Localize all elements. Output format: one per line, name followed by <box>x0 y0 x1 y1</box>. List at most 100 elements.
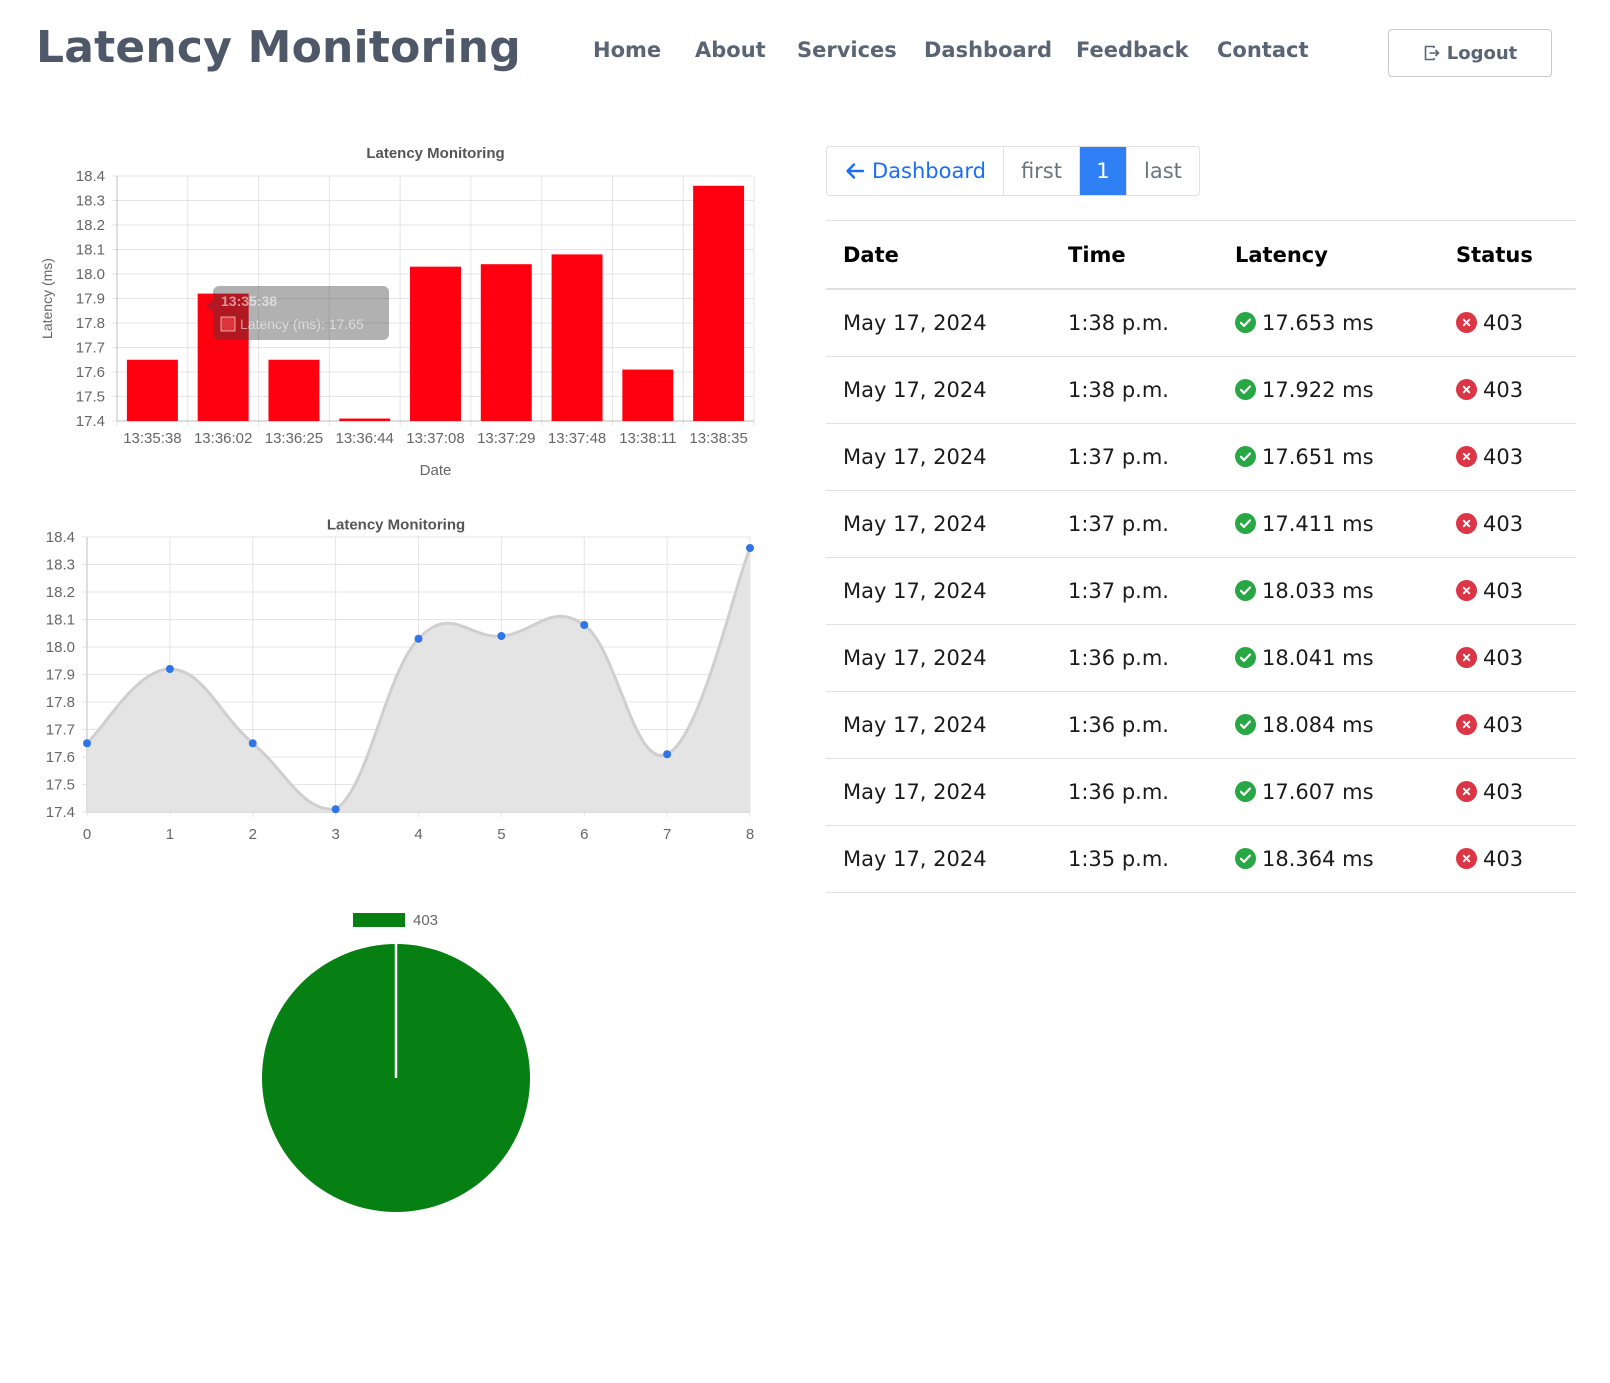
cell-latency: 18.041 ms <box>1218 624 1439 692</box>
bar-y-axis-label: Latency (ms) <box>39 258 55 339</box>
area-data-point[interactable] <box>248 739 257 748</box>
tooltip-title: 13:35:38 <box>221 293 277 309</box>
table-row: May 17, 2024 1:37 p.m. 18.033 ms 403 <box>826 557 1576 625</box>
cell-date: May 17, 2024 <box>826 825 1051 893</box>
bar[interactable] <box>551 254 603 421</box>
pie-legend-label: 403 <box>413 912 438 929</box>
pie-chart-svg: Status Code Monitoring403 <box>262 912 530 1212</box>
cell-status: 403 <box>1439 691 1576 759</box>
area-data-point[interactable] <box>497 632 506 640</box>
bar[interactable] <box>339 418 391 421</box>
nav-link-home[interactable]: Home <box>593 38 661 62</box>
cell-status: 403 <box>1439 356 1576 424</box>
latency-value: 17.653 ms <box>1262 311 1374 335</box>
bar-y-tick-label: 17.9 <box>76 291 105 308</box>
area-y-tick-label: 17.4 <box>46 804 75 821</box>
bar-x-tick-label: 13:37:08 <box>406 430 464 447</box>
page-first[interactable]: first <box>1002 147 1079 195</box>
page-last[interactable]: last <box>1125 147 1199 195</box>
cell-latency: 18.084 ms <box>1218 691 1439 759</box>
area-x-tick-label: 5 <box>497 826 505 843</box>
nav-link-contact[interactable]: Contact <box>1217 38 1309 62</box>
bar[interactable] <box>480 264 532 421</box>
status-value: 403 <box>1483 311 1524 335</box>
cell-status: 403 <box>1439 423 1576 491</box>
check-circle-icon <box>1235 312 1256 333</box>
cell-latency: 18.033 ms <box>1218 557 1439 625</box>
cell-date: May 17, 2024 <box>826 758 1051 826</box>
dashboard-back-label: Dashboard <box>872 159 986 183</box>
latency-value: 17.651 ms <box>1262 445 1374 469</box>
bar-chart-svg: Latency Monitoring 18.4 18.3 18.2 18.1 18.0 17… <box>39 145 755 479</box>
x-circle-icon <box>1456 781 1477 802</box>
latency-table: Date Time Latency Status May 17, 2024 1:3… <box>826 220 1576 893</box>
bar[interactable] <box>410 266 461 421</box>
cell-time: 1:36 p.m. <box>1051 758 1218 826</box>
area-data-point[interactable] <box>83 739 91 748</box>
latency-bar-chart[interactable]: Latency Monitoring 18.4 18.3 18.2 18.1 18.0 17… <box>30 140 800 510</box>
pie-legend[interactable]: 403 <box>353 912 438 929</box>
table-row: May 17, 2024 1:35 p.m. 18.364 ms 403 <box>826 825 1576 893</box>
cell-date: May 17, 2024 <box>826 557 1051 625</box>
cell-time: 1:36 p.m. <box>1051 691 1218 759</box>
table-row: May 17, 2024 1:38 p.m. 17.922 ms 403 <box>826 356 1576 424</box>
cell-status: 403 <box>1439 758 1576 826</box>
bar-y-tick-label: 17.8 <box>76 315 105 332</box>
bar-chart-title: Latency Monitoring <box>366 145 504 162</box>
nav-link-about[interactable]: About <box>695 38 766 62</box>
cell-time: 1:37 p.m. <box>1051 557 1218 625</box>
nav-links: Home About Services Dashboard Feedback C… <box>0 38 1610 72</box>
bar[interactable] <box>268 359 320 421</box>
area-data-point[interactable] <box>663 750 672 759</box>
status-pie-chart[interactable]: Status Code Monitoring403 <box>30 890 800 1270</box>
check-circle-icon <box>1235 446 1256 467</box>
area-data-point[interactable] <box>414 634 423 643</box>
bar-y-tick-label: 18.0 <box>76 266 105 283</box>
bar-tooltip: 13:35:38 Latency (ms): 17.65 <box>206 286 389 340</box>
x-circle-icon <box>1456 312 1477 333</box>
nav-link-services[interactable]: Services <box>797 38 897 62</box>
pagination: Dashboard first 1 last <box>826 146 1200 196</box>
area-x-tick-label: 4 <box>414 826 422 843</box>
cell-time: 1:38 p.m. <box>1051 289 1218 357</box>
bar[interactable] <box>126 359 178 421</box>
cell-date: May 17, 2024 <box>826 691 1051 759</box>
area-x-tick-label: 7 <box>663 826 671 843</box>
bar-x-tick-label: 13:35:38 <box>123 430 181 447</box>
cell-latency: 17.922 ms <box>1218 356 1439 424</box>
area-data-point[interactable] <box>331 805 340 814</box>
area-data-point[interactable] <box>746 544 754 552</box>
x-circle-icon <box>1456 379 1477 400</box>
dashboard-back-link[interactable]: Dashboard <box>827 147 1003 195</box>
logout-label: Logout <box>1446 42 1518 64</box>
area-data-point[interactable] <box>580 621 589 629</box>
nav-link-dashboard[interactable]: Dashboard <box>924 38 1052 62</box>
status-value: 403 <box>1483 512 1524 536</box>
area-x-tick-label: 8 <box>746 826 754 843</box>
check-circle-icon <box>1235 848 1256 869</box>
page-current[interactable]: 1 <box>1078 147 1126 195</box>
bar-y-tick-label: 18.1 <box>76 242 105 259</box>
arrow-left-icon <box>846 163 865 179</box>
status-value: 403 <box>1483 780 1524 804</box>
table-row: May 17, 2024 1:36 p.m. 18.084 ms 403 <box>826 691 1576 759</box>
table-header-row: Date Time Latency Status <box>826 220 1576 290</box>
area-y-tick-label: 18.2 <box>46 584 75 601</box>
x-circle-icon <box>1456 513 1477 534</box>
bar[interactable] <box>693 185 745 421</box>
bar-y-tick-label: 17.6 <box>76 364 105 381</box>
latency-area-chart[interactable]: Latency Monitoring 18.4 18.3 18.2 18.1 18.0 17… <box>30 515 800 890</box>
bar-y-tick-label: 18.2 <box>76 217 105 234</box>
cell-status: 403 <box>1439 624 1576 692</box>
bar-x-tick-label: 13:38:11 <box>619 430 676 447</box>
bar[interactable] <box>622 369 674 421</box>
x-circle-icon <box>1456 446 1477 467</box>
latency-value: 17.607 ms <box>1262 780 1374 804</box>
nav-link-feedback[interactable]: Feedback <box>1076 38 1189 62</box>
bar-x-tick-label: 13:36:25 <box>265 430 323 447</box>
area-x-tick-label: 2 <box>249 826 257 843</box>
area-x-tick-label: 0 <box>83 826 91 843</box>
logout-button[interactable]: Logout <box>1388 29 1552 77</box>
area-data-point[interactable] <box>165 665 174 673</box>
x-circle-icon <box>1456 580 1477 601</box>
